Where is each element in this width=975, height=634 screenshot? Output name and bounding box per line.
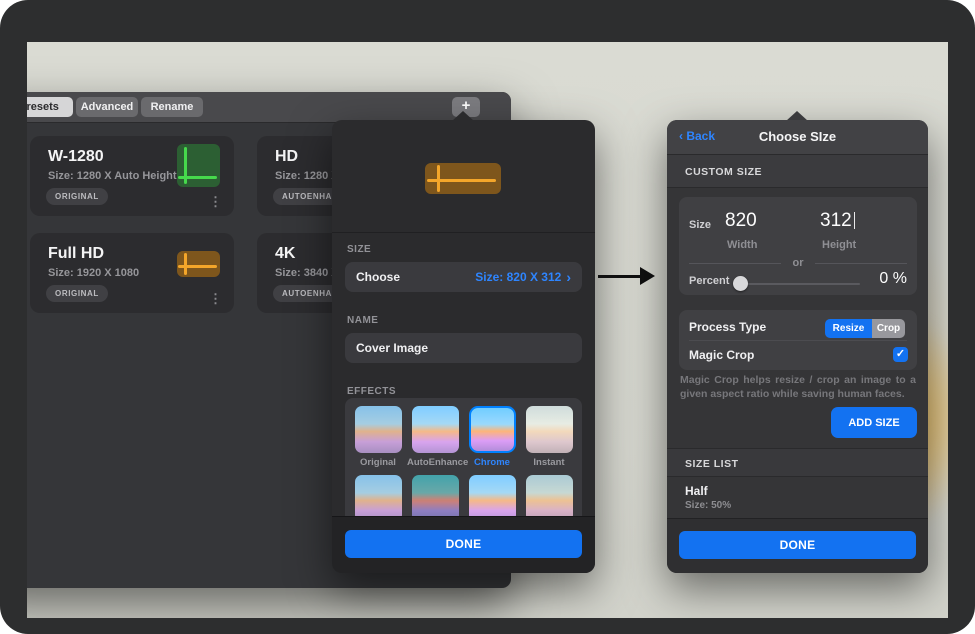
size-section-label: SIZE: [347, 244, 371, 255]
crop-preview-icon: [177, 251, 220, 277]
divider: [689, 340, 907, 341]
tab-presets[interactable]: Presets: [27, 97, 73, 117]
custom-size-label: CUSTOM SIZE: [685, 166, 762, 178]
preset-badge: ORIGINAL: [46, 188, 108, 205]
desktop-background: Presets Advanced Rename + W-1280 Size: 1…: [27, 42, 948, 618]
effect-thumbnail-row2[interactable]: [350, 475, 406, 522]
effect-thumbnail[interactable]: [526, 406, 573, 453]
done-button[interactable]: DONE: [345, 530, 582, 558]
effect-thumbnail[interactable]: [355, 475, 402, 522]
preset-title: 4K: [275, 245, 295, 263]
height-label: Height: [822, 239, 856, 251]
size-list-item-half[interactable]: Half Size: 50%: [667, 477, 928, 519]
crop-preview-icon-large: [425, 163, 501, 194]
add-size-button[interactable]: ADD SIZE: [831, 407, 917, 438]
height-value: 312: [820, 210, 852, 231]
size-label: Size: [689, 219, 711, 231]
choose-size-popover: ‹ Back Choose SIze CUSTOM SIZE Size 820 …: [667, 120, 928, 573]
preset-size: Size: 1920 X 1080: [48, 267, 139, 279]
done-button[interactable]: DONE: [679, 531, 916, 559]
size-list-section: SIZE LIST: [667, 448, 928, 477]
effect-instant[interactable]: Instant: [521, 406, 577, 468]
popover-footer: DONE: [667, 518, 928, 573]
width-label: Width: [727, 239, 757, 251]
choose-label: Choose: [356, 270, 400, 284]
tab-advanced[interactable]: Advanced: [76, 97, 138, 117]
effect-thumbnail[interactable]: [526, 475, 573, 522]
chosen-size-value[interactable]: Size: 820 X 312: [475, 270, 561, 284]
divider: [332, 232, 595, 233]
width-field[interactable]: 820: [725, 210, 757, 232]
percent-slider-knob[interactable]: [733, 276, 748, 291]
process-type-segmented-control: Resize Crop: [825, 319, 905, 338]
text-caret: [854, 212, 856, 229]
effect-thumbnail[interactable]: [412, 475, 459, 522]
height-field[interactable]: 312: [820, 210, 855, 232]
size-item-name: Half: [685, 484, 708, 498]
effect-chrome[interactable]: Chrome: [464, 406, 520, 468]
effect-original[interactable]: Original: [350, 406, 406, 468]
process-type-card: Process Type Resize Crop Magic Crop ✓: [679, 310, 917, 370]
percent-slider[interactable]: [735, 283, 860, 285]
tab-rename[interactable]: Rename: [141, 97, 203, 117]
popover-title: Choose SIze: [667, 129, 928, 144]
preset-card-fullhd[interactable]: Full HD Size: 1920 X 1080 ORIGINAL ⋮: [30, 233, 234, 313]
add-size-popover: SIZE Choose Size: 820 X 312 › NAME EFFEC…: [332, 120, 595, 573]
effect-thumbnail[interactable]: [469, 475, 516, 522]
size-list-label: SIZE LIST: [685, 458, 739, 470]
marketing-frame: Presets Advanced Rename + W-1280 Size: 1…: [0, 0, 975, 634]
custom-size-card: Size 820 Width 312 Height or Percent 0 %: [679, 197, 917, 295]
preset-title: Full HD: [48, 245, 104, 263]
window-titlebar: Presets Advanced Rename +: [27, 92, 511, 123]
preset-card-w1280[interactable]: W-1280 Size: 1280 X Auto Height ORIGINAL…: [30, 136, 234, 216]
preset-badge: ORIGINAL: [46, 285, 108, 302]
arrow-right-icon: [598, 267, 656, 285]
name-section-label: NAME: [347, 315, 378, 326]
effect-label: Original: [350, 457, 406, 468]
effect-thumbnail-row2[interactable]: [521, 475, 577, 522]
popover-arrow: [452, 111, 474, 121]
effect-thumbnail-selected[interactable]: [469, 406, 516, 453]
crop-preview-icon: [177, 144, 220, 187]
segment-crop[interactable]: Crop: [872, 319, 905, 338]
effect-thumbnail-row2[interactable]: [464, 475, 520, 522]
percent-label: Percent: [689, 275, 729, 287]
or-label: or: [679, 257, 917, 269]
process-type-label: Process Type: [689, 320, 766, 334]
magic-crop-help-text: Magic Crop helps resize / crop an image …: [680, 373, 916, 402]
effect-label: Chrome: [464, 457, 520, 468]
size-item-detail: Size: 50%: [685, 500, 731, 511]
effect-thumbnail[interactable]: [355, 406, 402, 453]
effects-section-label: EFFECTS: [347, 386, 396, 397]
segment-resize[interactable]: Resize: [825, 319, 872, 338]
preset-title: HD: [275, 148, 298, 166]
custom-size-section: CUSTOM SIZE: [667, 154, 928, 188]
preset-size: Size: 1280 X Auto Height: [48, 170, 177, 182]
chevron-right-icon: ›: [566, 269, 571, 285]
choose-size-row[interactable]: Choose Size: 820 X 312 ›: [345, 262, 582, 292]
popover-header: ‹ Back Choose SIze: [667, 120, 928, 155]
percent-value: 0 %: [879, 270, 907, 288]
effect-autoenhance[interactable]: AutoEnhance: [407, 406, 463, 468]
magic-crop-label: Magic Crop: [689, 348, 754, 362]
effect-thumbnail-row2[interactable]: [407, 475, 463, 522]
more-options-icon[interactable]: ⋮: [209, 292, 222, 305]
magic-crop-checkbox[interactable]: ✓: [893, 347, 908, 362]
effect-label: AutoEnhance: [407, 457, 463, 468]
effect-label: Instant: [521, 457, 577, 468]
name-input[interactable]: [345, 333, 582, 363]
effect-thumbnail[interactable]: [412, 406, 459, 453]
more-options-icon[interactable]: ⋮: [209, 195, 222, 208]
preset-title: W-1280: [48, 148, 104, 166]
popover-footer: DONE: [332, 516, 595, 573]
